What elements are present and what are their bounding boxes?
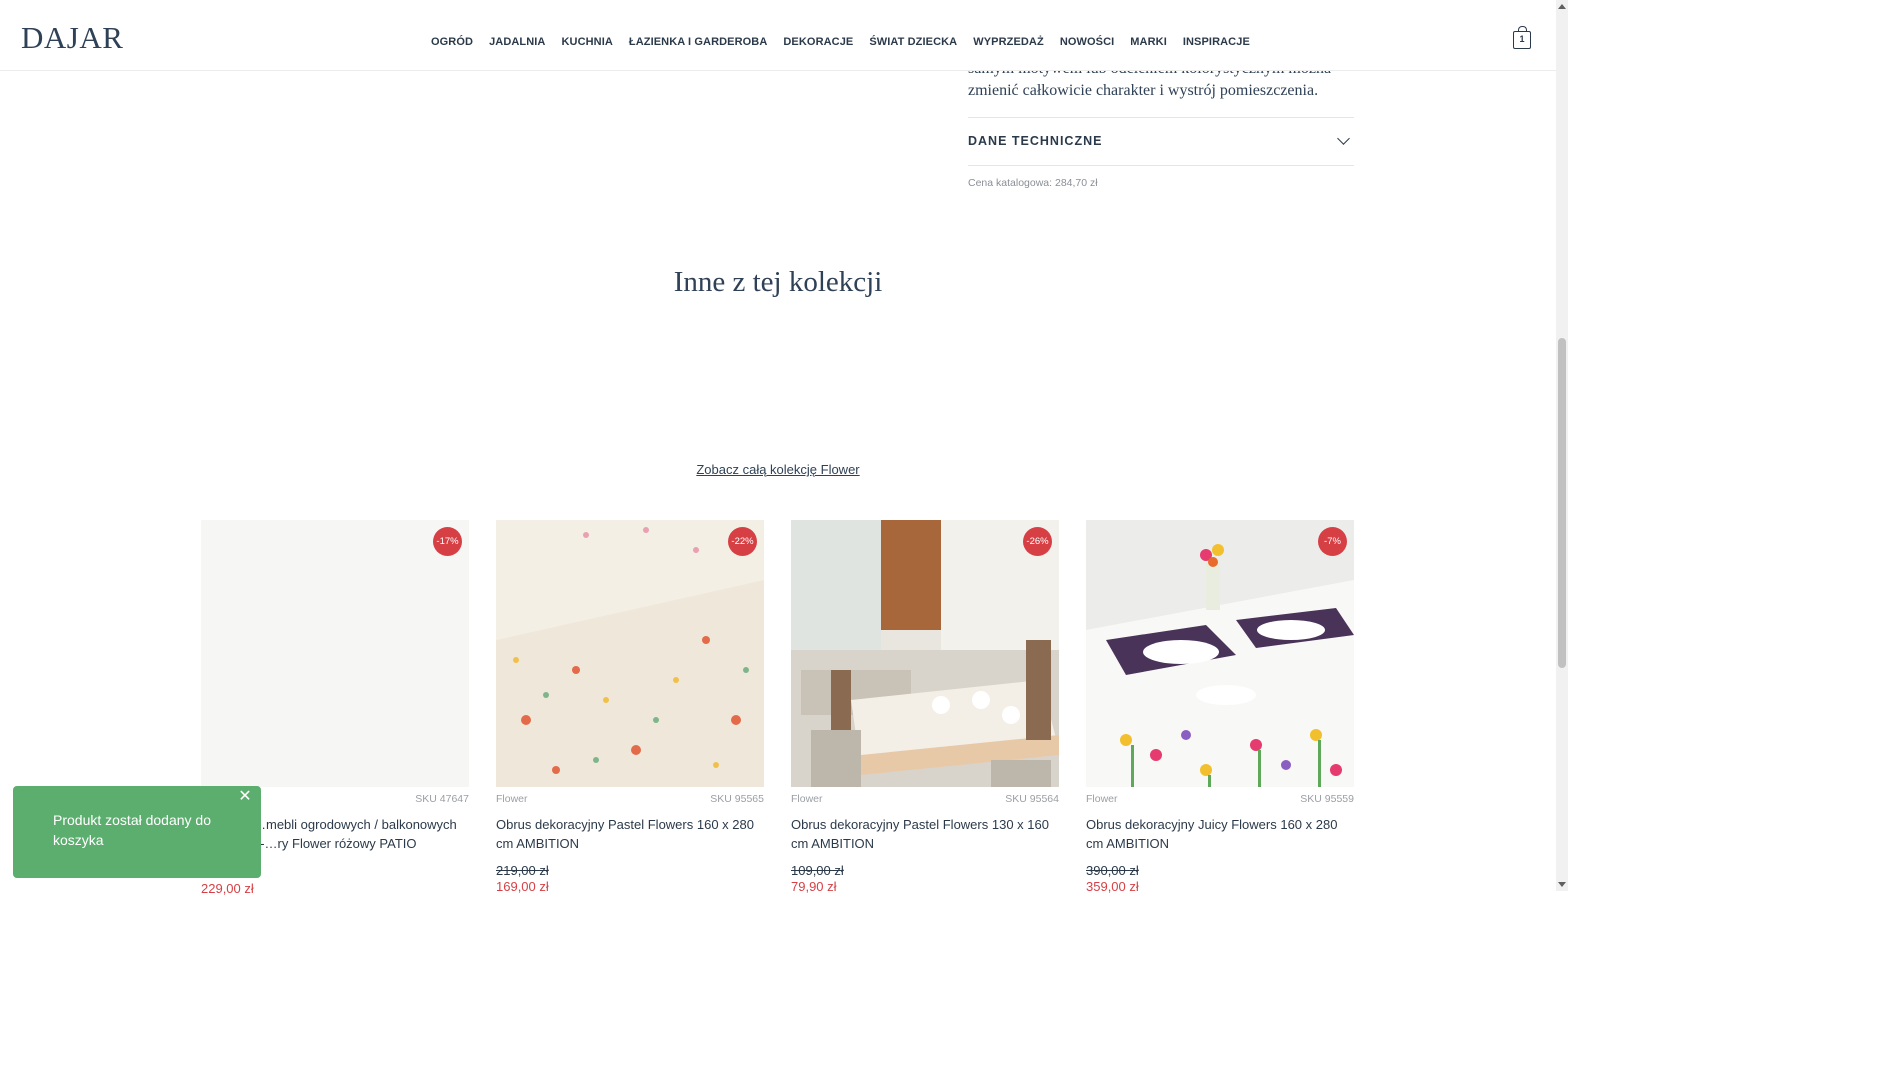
logo[interactable]: DAJAR (21, 22, 123, 53)
discount-badge: -26% (1023, 527, 1052, 556)
scrollbar[interactable] (1556, 0, 1568, 891)
product-name[interactable]: Obrus dekoracyjny Juicy Flowers 160 x 28… (1086, 815, 1354, 853)
product-card[interactable]: -22% Flower SKU 95565 Obrus dekoracyjny … (496, 520, 764, 894)
cart-count: 1 (1519, 34, 1525, 44)
nav-item-wyprzedaz[interactable]: WYPRZEDAŻ (973, 36, 1044, 48)
product-brand: Flower (791, 793, 823, 805)
dining-room-image (791, 520, 1059, 787)
product-sku: SKU 95559 (1300, 793, 1354, 805)
product-sku: SKU 95565 (710, 793, 764, 805)
tablecloth-image (496, 520, 764, 787)
discount-badge: -7% (1318, 527, 1347, 556)
product-card[interactable]: -26% Flower SKU 95564 Obrus dekoracyjny … (791, 520, 1059, 894)
product-name[interactable]: Obrus dekoracyjny Pastel Flowers 160 x 2… (496, 815, 764, 853)
nav-item-nowosci[interactable]: NOWOŚCI (1060, 36, 1114, 48)
nav-item-lazienka[interactable]: ŁAZIENKA I GARDEROBA (629, 36, 767, 48)
table-setting-image (1086, 520, 1354, 787)
main-nav: OGRÓD JADALNIA KUCHNIA ŁAZIENKA I GARDER… (431, 36, 1250, 48)
product-card[interactable]: -7% Flower SKU 95559 Obrus dekoracyjny J… (1086, 520, 1354, 894)
added-to-cart-toast: Produkt został dodany do koszyka ✕ (13, 786, 261, 878)
catalog-price: Cena katalogowa: 284,70 zł (968, 177, 1098, 189)
technical-data-accordion[interactable]: DANE TECHNICZNE (968, 117, 1354, 166)
nav-item-swiat-dziecka[interactable]: ŚWIAT DZIECKA (869, 36, 957, 48)
chevron-down-icon (1337, 132, 1350, 145)
product-image[interactable]: -17% (201, 520, 469, 787)
section-title: Inne z tej kolekcji (673, 266, 883, 298)
product-sku: SKU 95564 (1005, 793, 1059, 805)
product-brand: Flower (496, 793, 528, 805)
product-price: 79,90 zł (791, 879, 837, 894)
product-name[interactable]: Obrus dekoracyjny Pastel Flowers 130 x 1… (791, 815, 1059, 853)
discount-badge: -17% (433, 527, 462, 556)
product-price: 359,00 zł (1086, 879, 1139, 894)
accordion-label: DANE TECHNICZNE (968, 134, 1103, 148)
shopping-bag-icon[interactable]: 1 (1513, 26, 1531, 49)
scroll-thumb[interactable] (1558, 338, 1566, 668)
product-old-price: 109,00 zł (791, 863, 844, 878)
product-old-price: 219,00 zł (496, 863, 549, 878)
product-old-price: 390,00 zł (1086, 863, 1139, 878)
nav-item-jadalnia[interactable]: JADALNIA (489, 36, 545, 48)
product-image[interactable]: -22% (496, 520, 764, 787)
toast-message: Produkt został dodany do koszyka (53, 812, 211, 848)
site-header: DAJAR OGRÓD JADALNIA KUCHNIA ŁAZIENKA I … (0, 0, 1556, 71)
product-image[interactable]: -7% (1086, 520, 1354, 787)
view-collection-link[interactable]: Zobacz całą kolekcję Flower (0, 462, 1556, 477)
close-icon[interactable]: ✕ (237, 789, 253, 805)
product-price: 169,00 zł (496, 879, 549, 894)
nav-item-inspiracje[interactable]: INSPIRACJE (1183, 36, 1250, 48)
product-price: 229,00 zł (201, 881, 254, 896)
nav-item-dekoracje[interactable]: DEKORACJE (783, 36, 853, 48)
scroll-down-arrow-icon[interactable] (1558, 882, 1566, 887)
product-brand: Flower (1086, 793, 1118, 805)
product-sku: SKU 47647 (415, 793, 469, 805)
product-image[interactable]: -26% (791, 520, 1059, 787)
discount-badge: -22% (728, 527, 757, 556)
nav-item-kuchnia[interactable]: KUCHNIA (561, 36, 612, 48)
scroll-up-arrow-icon[interactable] (1558, 4, 1566, 9)
nav-item-marki[interactable]: MARKI (1130, 36, 1167, 48)
nav-item-ogrod[interactable]: OGRÓD (431, 36, 473, 48)
